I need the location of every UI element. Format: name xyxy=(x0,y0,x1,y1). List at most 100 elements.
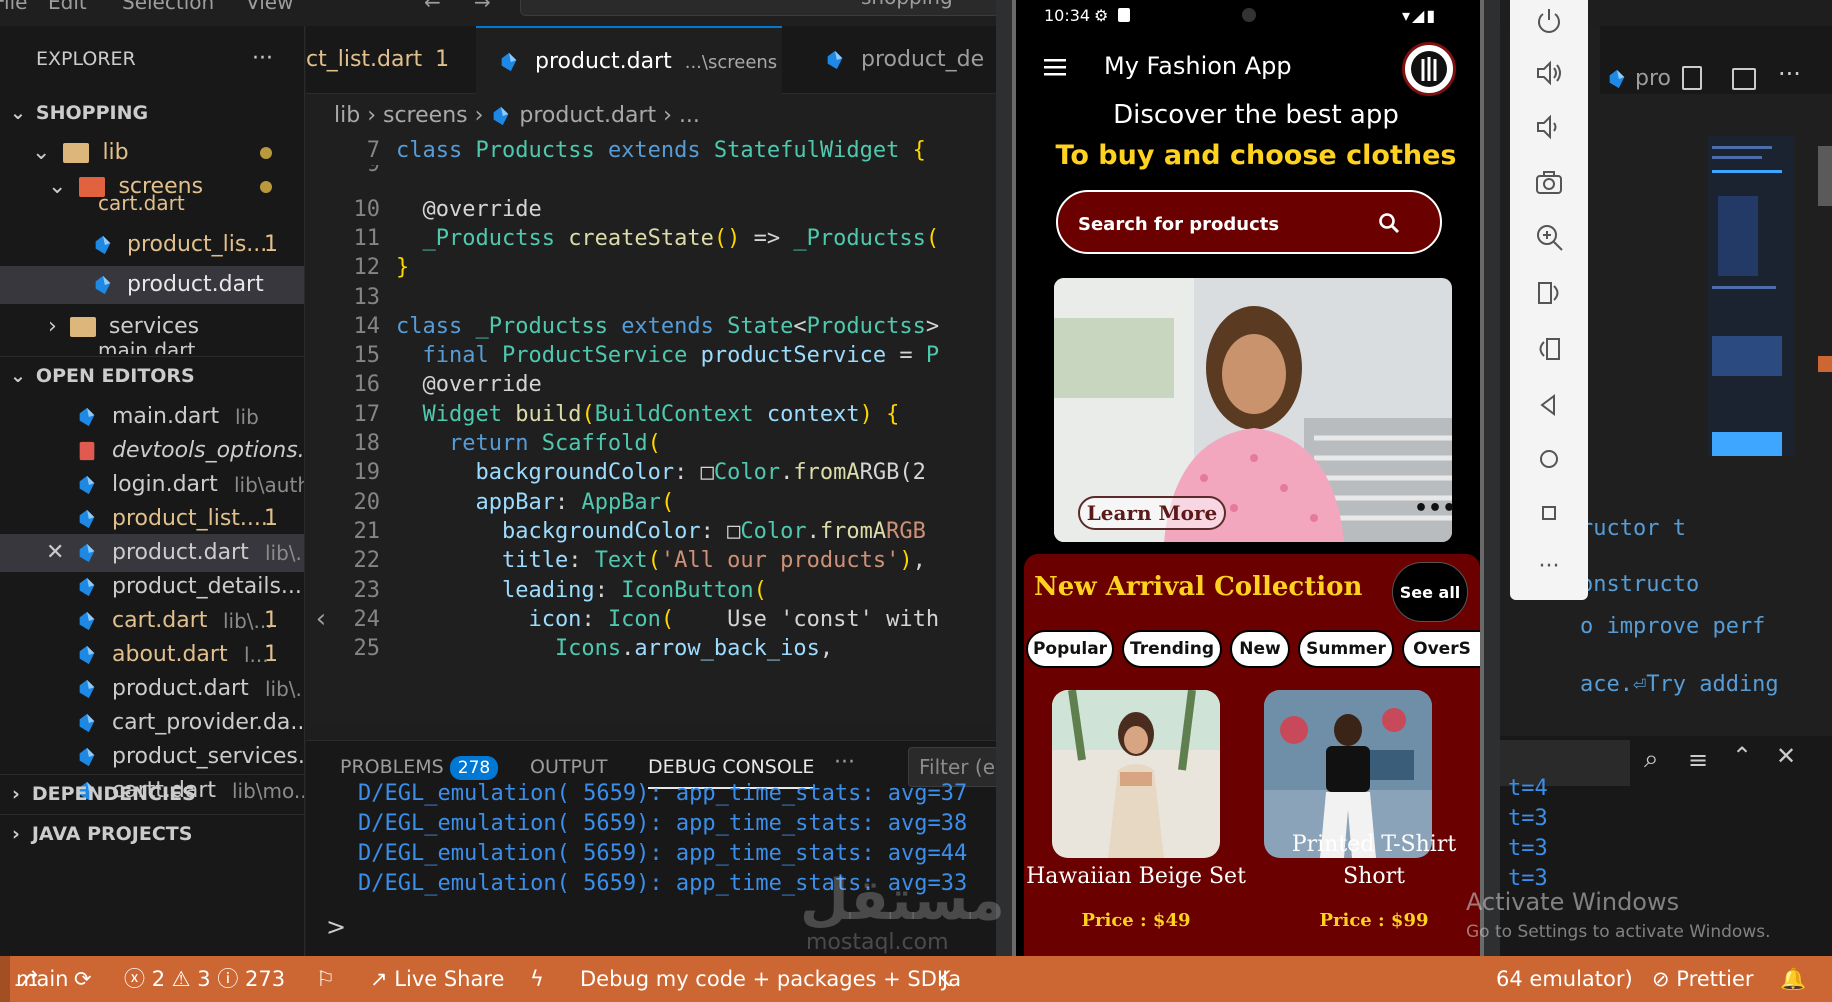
see-all-button[interactable]: See all xyxy=(1392,562,1468,622)
code-line[interactable]: 9 xyxy=(306,165,396,175)
breadcrumb-item[interactable]: ... xyxy=(679,103,700,128)
scroll-left-icon[interactable]: ‹ xyxy=(306,604,336,644)
open-editor-item[interactable]: cart_provider.da... xyxy=(0,704,304,742)
panel-more-icon[interactable]: ··· xyxy=(834,741,855,785)
git-branch[interactable]: main xyxy=(16,956,68,1002)
rotate-left-icon[interactable] xyxy=(1534,278,1564,308)
chip-summer[interactable]: Summer xyxy=(1298,630,1394,668)
back-icon[interactable] xyxy=(1534,390,1564,420)
overview-icon[interactable] xyxy=(1534,498,1564,528)
open-editor-item[interactable]: about.dart l... 1 xyxy=(0,636,304,674)
open-editor-item[interactable]: cart.dart lib\... 1 xyxy=(0,602,304,640)
live-share-button[interactable]: ↗ Live Share xyxy=(370,956,504,1002)
bell-icon[interactable]: 🔔 xyxy=(1780,956,1806,1002)
code-line[interactable]: 15 final ProductService productService =… xyxy=(306,341,940,370)
code-line[interactable]: 14 class _Productss extends State<Product… xyxy=(306,312,940,341)
code-line[interactable]: 10 @override xyxy=(306,195,542,224)
tab-product-details[interactable]: product_de xyxy=(802,26,996,94)
search-icon[interactable] xyxy=(1378,212,1400,234)
menu-file[interactable]: File xyxy=(0,0,27,14)
java-status[interactable]: Ja xyxy=(942,956,961,1002)
volume-up-icon[interactable] xyxy=(1534,58,1564,88)
maximize-panel-icon[interactable]: ⌃ xyxy=(1732,742,1752,770)
code-line[interactable]: 24 icon: Icon( Use 'const' with xyxy=(306,605,940,634)
code-line[interactable]: 7 class Productss extends StatefulWidget … xyxy=(306,136,926,165)
tree-file-product-list[interactable]: product_lis... 1 xyxy=(0,226,304,264)
chip-popular[interactable]: Popular xyxy=(1026,630,1114,668)
open-editor-item[interactable]: product_details.... xyxy=(0,568,304,606)
open-editor-item[interactable]: ✕ product.dart lib\... xyxy=(0,534,304,572)
open-editor-item[interactable]: login.dart lib\auth xyxy=(0,466,304,504)
phone-screen[interactable]: 10:34 ⚙ ▾◢▮ My Fashion App Discover the … xyxy=(1012,0,1484,988)
minimap[interactable] xyxy=(1708,136,1794,456)
code-line[interactable]: 17 Widget build(BuildContext context) { xyxy=(306,400,900,429)
tab-product-list[interactable]: ct_list.dart 1 xyxy=(306,26,454,94)
rotate-right-icon[interactable] xyxy=(1534,334,1564,364)
tree-file-cart[interactable]: cart.dart xyxy=(0,194,304,216)
chip-oversize[interactable]: OverS xyxy=(1402,630,1480,668)
close-icon[interactable]: ✕ xyxy=(46,534,64,572)
code-line[interactable]: 25 Icons.arrow_back_ios, xyxy=(306,634,834,663)
home-icon[interactable] xyxy=(1534,444,1564,474)
workspace-shopping[interactable]: ⌄ SHOPPING xyxy=(0,94,304,132)
carousel-dots[interactable]: ••• xyxy=(1414,496,1456,521)
zoom-icon[interactable] xyxy=(1534,222,1564,252)
hamburger-menu-icon[interactable] xyxy=(1044,58,1066,76)
open-editor-item[interactable]: devtools_options.... xyxy=(0,432,304,470)
volume-down-icon[interactable] xyxy=(1534,112,1564,142)
breadcrumb-item[interactable]: screens xyxy=(383,103,468,128)
dependencies-section[interactable]: › DEPENDENCIES xyxy=(0,774,304,812)
debug-run-icon[interactable]: ⚐ xyxy=(316,956,335,1002)
code-line[interactable]: 21 backgroundColor: □Color.fromARGB xyxy=(306,517,926,546)
chip-trending[interactable]: Trending xyxy=(1122,630,1222,668)
prettier-status[interactable]: ⊘ Prettier xyxy=(1652,956,1754,1002)
breadcrumb-item[interactable]: product.dart xyxy=(519,103,656,128)
open-changes-icon[interactable] xyxy=(1682,66,1702,90)
code-line[interactable]: 19 backgroundColor: □Color.fromARGB(2 xyxy=(306,458,926,487)
clear-console-icon[interactable]: ≡ xyxy=(1688,746,1708,774)
code-line[interactable]: 11 _Productss createState() => _Products… xyxy=(306,224,940,253)
code-line[interactable]: 12} xyxy=(306,253,410,282)
open-editor-item[interactable]: product.dart lib\... xyxy=(0,670,304,708)
search-icon[interactable]: ⌕ xyxy=(1644,744,1659,775)
code-line[interactable]: 18 return Scaffold( xyxy=(306,429,661,458)
tree-file-main[interactable]: main.dart xyxy=(0,340,304,354)
close-panel-icon[interactable]: ✕ xyxy=(1776,742,1796,770)
back-arrow-icon[interactable]: ← xyxy=(424,0,441,14)
remote-indicator[interactable] xyxy=(0,956,10,1002)
open-editor-item[interactable]: product_services.... xyxy=(0,738,304,776)
code-editor[interactable]: ct_list.dart 1 product.dart ...\screens … xyxy=(306,26,996,726)
java-projects-section[interactable]: › JAVA PROJECTS xyxy=(0,814,304,852)
debug-mode[interactable]: Debug my code + packages + SDK xyxy=(580,956,951,1002)
product-image-hawaiian[interactable] xyxy=(1052,690,1220,858)
menu-view[interactable]: View xyxy=(246,0,293,14)
menu-selection[interactable]: Selection xyxy=(122,0,214,14)
open-editors-section[interactable]: ⌄ OPEN EDITORS xyxy=(0,356,304,394)
app-logo[interactable] xyxy=(1402,42,1456,96)
tree-folder-lib[interactable]: ⌄ lib xyxy=(0,134,304,172)
code-line[interactable]: 22 title: Text('All our products'), xyxy=(306,546,926,575)
code-line[interactable]: 20 appBar: AppBar( xyxy=(306,488,675,517)
more-actions-icon[interactable]: ··· xyxy=(1778,60,1801,88)
sync-icon[interactable]: ⟳ xyxy=(74,956,92,1002)
code-line[interactable]: 13 xyxy=(306,283,396,312)
tab-product[interactable]: product.dart ...\screens ✕ xyxy=(476,26,782,94)
code-line[interactable]: 23 leading: IconButton( xyxy=(306,576,767,605)
open-editor-item[interactable]: main.dart lib xyxy=(0,398,304,436)
open-editor-item[interactable]: product_list.... 1 xyxy=(0,500,304,538)
learn-more-button[interactable]: Learn More xyxy=(1078,496,1226,530)
power-icon[interactable] xyxy=(1534,6,1564,36)
device-status[interactable]: 64 emulator) xyxy=(1496,956,1633,1002)
console-prompt-icon[interactable]: > xyxy=(326,913,346,941)
menu-edit[interactable]: Edit xyxy=(48,0,87,14)
camera-icon[interactable] xyxy=(1534,168,1564,198)
chip-new[interactable]: New xyxy=(1230,630,1290,668)
code-line[interactable]: 16 @override xyxy=(306,370,542,399)
scrollbar-thumb[interactable] xyxy=(1818,146,1832,206)
forward-arrow-icon[interactable]: → xyxy=(474,0,491,14)
more-icon[interactable]: ··· xyxy=(1534,552,1564,582)
command-center[interactable]: shopping xyxy=(520,0,1000,16)
split-editor-icon[interactable] xyxy=(1732,68,1756,90)
explorer-more-icon[interactable]: ··· xyxy=(252,40,273,78)
lightning-icon[interactable]: ϟ xyxy=(530,956,544,1002)
